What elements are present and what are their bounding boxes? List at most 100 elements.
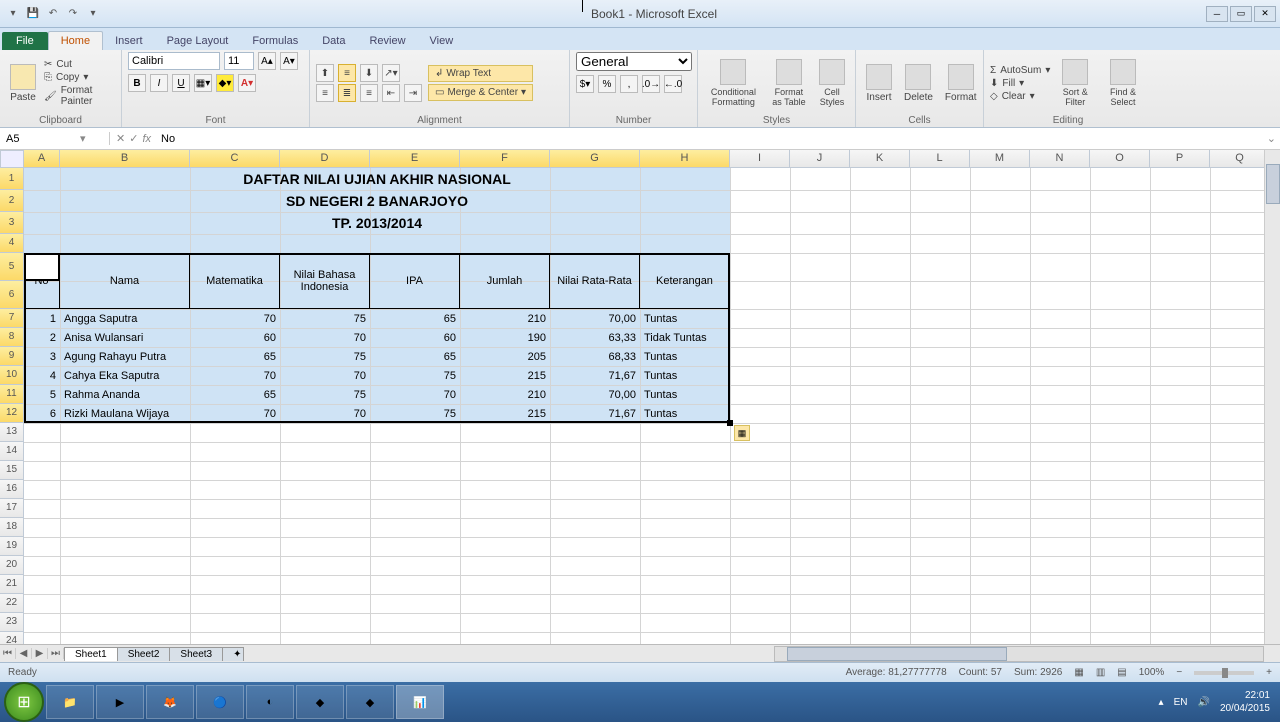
col-header-J[interactable]: J — [790, 150, 850, 168]
cell-ipa-5[interactable]: 75 — [370, 404, 460, 423]
percent-icon[interactable]: % — [598, 75, 616, 93]
align-bottom-icon[interactable]: ⬇ — [360, 64, 378, 82]
col-header-P[interactable]: P — [1150, 150, 1210, 168]
fx-icon[interactable]: fx — [142, 133, 151, 145]
cut-button[interactable]: ✂Cut — [44, 59, 115, 70]
sheet-nav-first-icon[interactable]: ⏮ — [0, 648, 16, 659]
col-header-G[interactable]: G — [550, 150, 640, 168]
col-header-A[interactable]: A — [24, 150, 60, 168]
tray-lang[interactable]: EN — [1174, 697, 1188, 708]
cell-rata-3[interactable]: 71,67 — [550, 366, 640, 385]
paste-button[interactable]: Paste — [6, 62, 40, 105]
sheet-nav-prev-icon[interactable]: ◀ — [16, 648, 32, 659]
col-header-M[interactable]: M — [970, 150, 1030, 168]
conditional-formatting-button[interactable]: Conditional Formatting — [704, 57, 763, 109]
vertical-scrollbar[interactable] — [1264, 150, 1280, 644]
align-left-icon[interactable]: ≡ — [316, 84, 334, 102]
underline-button[interactable]: U — [172, 74, 190, 92]
wrap-text-button[interactable]: ↲Wrap Text — [428, 65, 533, 82]
cell-jml-2[interactable]: 205 — [460, 347, 550, 366]
cell-ket-1[interactable]: Tidak Tuntas — [640, 328, 730, 347]
sheet-tab-1[interactable]: Sheet1 — [64, 647, 118, 661]
row-header-12[interactable]: 12 — [0, 404, 24, 423]
cell-mat-4[interactable]: 65 — [190, 385, 280, 404]
row-header-21[interactable]: 21 — [0, 575, 24, 594]
row-header-2[interactable]: 2 — [0, 190, 24, 212]
increase-decimal-icon[interactable]: .0→ — [642, 75, 660, 93]
expand-formula-icon[interactable]: ⌄ — [1263, 132, 1280, 145]
cell-jml-5[interactable]: 215 — [460, 404, 550, 423]
tray-flag-icon[interactable]: 🔊 — [1197, 697, 1209, 708]
cell-no-0[interactable]: 1 — [24, 309, 60, 328]
fill-handle[interactable] — [727, 420, 733, 426]
row-header-22[interactable]: 22 — [0, 594, 24, 613]
font-name-input[interactable] — [128, 52, 220, 70]
cell-nama-2[interactable]: Agung Rahayu Putra — [60, 347, 190, 366]
row-header-8[interactable]: 8 — [0, 328, 24, 347]
cell-bind-2[interactable]: 75 — [280, 347, 370, 366]
row-header-18[interactable]: 18 — [0, 518, 24, 537]
row-header-1[interactable]: 1 — [0, 168, 24, 190]
enter-formula-icon[interactable]: ✓ — [129, 132, 138, 145]
fill-button[interactable]: ⬇Fill ▾ — [990, 78, 1050, 89]
tray-clock[interactable]: 22:0120/04/2015 — [1220, 689, 1270, 715]
clear-button[interactable]: ◇Clear ▾ — [990, 91, 1050, 102]
qat-more-icon[interactable]: ▾ — [84, 5, 102, 23]
cell-nama-5[interactable]: Rizki Maulana Wijaya — [60, 404, 190, 423]
cell-jml-3[interactable]: 215 — [460, 366, 550, 385]
format-painter-button[interactable]: 🖌Format Painter — [44, 85, 115, 107]
comma-icon[interactable]: , — [620, 75, 638, 93]
tab-page-layout[interactable]: Page Layout — [155, 32, 241, 50]
save-icon[interactable]: 💾 — [24, 5, 42, 23]
maximize-button[interactable]: ▭ — [1230, 6, 1252, 22]
row-header-23[interactable]: 23 — [0, 613, 24, 632]
cell-ipa-0[interactable]: 65 — [370, 309, 460, 328]
col-header-I[interactable]: I — [730, 150, 790, 168]
col-header-F[interactable]: F — [460, 150, 550, 168]
cell-nama-1[interactable]: Anisa Wulansari — [60, 328, 190, 347]
col-header-N[interactable]: N — [1030, 150, 1090, 168]
col-header-L[interactable]: L — [910, 150, 970, 168]
cell-ket-0[interactable]: Tuntas — [640, 309, 730, 328]
cell-nama-0[interactable]: Angga Saputra — [60, 309, 190, 328]
col-header-O[interactable]: O — [1090, 150, 1150, 168]
cell-no-3[interactable]: 4 — [24, 366, 60, 385]
col-header-D[interactable]: D — [280, 150, 370, 168]
spreadsheet-grid[interactable]: ABCDEFGHIJKLMNOPQ 1234567891011121314151… — [0, 150, 1280, 644]
tab-insert[interactable]: Insert — [103, 32, 155, 50]
cell-rata-1[interactable]: 63,33 — [550, 328, 640, 347]
cell-nama-4[interactable]: Rahma Ananda — [60, 385, 190, 404]
autosum-button[interactable]: ΣAutoSum ▾ — [990, 65, 1050, 76]
cell-jml-4[interactable]: 210 — [460, 385, 550, 404]
taskbar-chrome[interactable]: 🔵 — [196, 685, 244, 719]
horizontal-scrollbar[interactable] — [774, 646, 1264, 662]
bold-button[interactable]: B — [128, 74, 146, 92]
col-header-H[interactable]: H — [640, 150, 730, 168]
number-format-select[interactable]: General — [576, 52, 692, 71]
decrease-indent-icon[interactable]: ⇤ — [382, 84, 400, 102]
taskbar-app1[interactable]: ◐ — [246, 685, 294, 719]
cell-ket-5[interactable]: Tuntas — [640, 404, 730, 423]
italic-button[interactable]: I — [150, 74, 168, 92]
cell-bind-4[interactable]: 75 — [280, 385, 370, 404]
cell-ipa-1[interactable]: 60 — [370, 328, 460, 347]
col-header-Q[interactable]: Q — [1210, 150, 1270, 168]
cell-mat-3[interactable]: 70 — [190, 366, 280, 385]
font-size-input[interactable] — [224, 52, 254, 70]
increase-indent-icon[interactable]: ⇥ — [404, 84, 422, 102]
tray-show-hidden-icon[interactable]: ▴ — [1159, 697, 1164, 708]
zoom-level[interactable]: 100% — [1139, 667, 1165, 678]
cell-rata-5[interactable]: 71,67 — [550, 404, 640, 423]
name-box[interactable] — [6, 133, 76, 145]
row-header-19[interactable]: 19 — [0, 537, 24, 556]
cell-bind-1[interactable]: 70 — [280, 328, 370, 347]
cell-no-2[interactable]: 3 — [24, 347, 60, 366]
taskbar-excel[interactable]: 📊 — [396, 685, 444, 719]
minimize-button[interactable]: ─ — [1206, 6, 1228, 22]
col-header-K[interactable]: K — [850, 150, 910, 168]
new-sheet-button[interactable]: ✦ — [222, 647, 244, 661]
sheet-nav-last-icon[interactable]: ⏭ — [48, 648, 64, 659]
tab-view[interactable]: View — [418, 32, 466, 50]
row-header-3[interactable]: 3 — [0, 212, 24, 234]
cell-ipa-3[interactable]: 75 — [370, 366, 460, 385]
